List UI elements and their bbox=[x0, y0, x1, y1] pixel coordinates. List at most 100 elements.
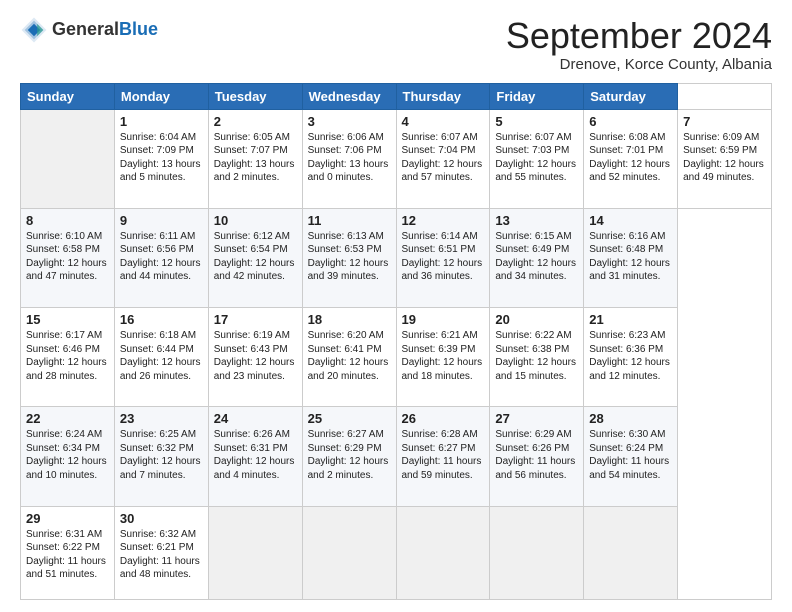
cell-info: Sunrise: 6:07 AMSunset: 7:04 PMDaylight:… bbox=[402, 131, 485, 185]
logo-blue: Blue bbox=[119, 19, 158, 39]
cell-info: Sunrise: 6:30 AMSunset: 6:24 PMDaylight:… bbox=[589, 428, 672, 482]
calendar-cell: 5 Sunrise: 6:07 AMSunset: 7:03 PMDaylight… bbox=[490, 109, 584, 208]
logo: GeneralBlue bbox=[20, 16, 158, 44]
cell-info: Sunrise: 6:10 AMSunset: 6:58 PMDaylight:… bbox=[26, 230, 109, 284]
calendar-cell: 21 Sunrise: 6:23 AMSunset: 6:36 PMDayligh… bbox=[584, 308, 678, 407]
cell-info: Sunrise: 6:17 AMSunset: 6:46 PMDaylight:… bbox=[26, 329, 109, 383]
cell-info: Sunrise: 6:04 AMSunset: 7:09 PMDaylight:… bbox=[120, 131, 203, 185]
logo-general: General bbox=[52, 19, 119, 39]
col-header-tuesday: Tuesday bbox=[208, 83, 302, 109]
cell-info: Sunrise: 6:06 AMSunset: 7:06 PMDaylight:… bbox=[308, 131, 391, 185]
calendar-cell: 16 Sunrise: 6:18 AMSunset: 6:44 PMDayligh… bbox=[114, 308, 208, 407]
cell-info: Sunrise: 6:32 AMSunset: 6:21 PMDaylight:… bbox=[120, 528, 203, 582]
day-number: 12 bbox=[402, 213, 485, 228]
calendar-header-row: SundayMondayTuesdayWednesdayThursdayFrid… bbox=[21, 83, 772, 109]
cell-info: Sunrise: 6:07 AMSunset: 7:03 PMDaylight:… bbox=[495, 131, 578, 185]
calendar-cell bbox=[208, 506, 302, 599]
col-header-wednesday: Wednesday bbox=[302, 83, 396, 109]
cell-info: Sunrise: 6:19 AMSunset: 6:43 PMDaylight:… bbox=[214, 329, 297, 383]
calendar-cell: 1 Sunrise: 6:04 AMSunset: 7:09 PMDaylight… bbox=[114, 109, 208, 208]
calendar-cell bbox=[584, 506, 678, 599]
calendar-cell: 15 Sunrise: 6:17 AMSunset: 6:46 PMDayligh… bbox=[21, 308, 115, 407]
calendar-week-row: 1 Sunrise: 6:04 AMSunset: 7:09 PMDaylight… bbox=[21, 109, 772, 208]
day-number: 25 bbox=[308, 411, 391, 426]
day-number: 21 bbox=[589, 312, 672, 327]
day-number: 13 bbox=[495, 213, 578, 228]
day-number: 7 bbox=[683, 114, 766, 129]
calendar-cell: 9 Sunrise: 6:11 AMSunset: 6:56 PMDaylight… bbox=[114, 208, 208, 307]
cell-info: Sunrise: 6:26 AMSunset: 6:31 PMDaylight:… bbox=[214, 428, 297, 482]
calendar-week-row: 8Sunrise: 6:10 AMSunset: 6:58 PMDaylight… bbox=[21, 208, 772, 307]
day-number: 11 bbox=[308, 213, 391, 228]
day-number: 14 bbox=[589, 213, 672, 228]
calendar-cell: 25 Sunrise: 6:27 AMSunset: 6:29 PMDayligh… bbox=[302, 407, 396, 506]
calendar-cell: 22 Sunrise: 6:24 AMSunset: 6:34 PMDayligh… bbox=[21, 407, 115, 506]
calendar-cell: 14Sunrise: 6:16 AMSunset: 6:48 PMDayligh… bbox=[584, 208, 678, 307]
cell-info: Sunrise: 6:18 AMSunset: 6:44 PMDaylight:… bbox=[120, 329, 203, 383]
day-number: 19 bbox=[402, 312, 485, 327]
cell-info: Sunrise: 6:29 AMSunset: 6:26 PMDaylight:… bbox=[495, 428, 578, 482]
cell-info: Sunrise: 6:15 AMSunset: 6:49 PMDaylight:… bbox=[495, 230, 578, 284]
calendar-cell: 20Sunrise: 6:22 AMSunset: 6:38 PMDayligh… bbox=[490, 308, 584, 407]
day-number: 18 bbox=[308, 312, 391, 327]
calendar-cell: 26Sunrise: 6:28 AMSunset: 6:27 PMDayligh… bbox=[396, 407, 490, 506]
day-number: 4 bbox=[402, 114, 485, 129]
calendar-cell: 27 Sunrise: 6:29 AMSunset: 6:26 PMDayligh… bbox=[490, 407, 584, 506]
day-number: 6 bbox=[589, 114, 672, 129]
calendar-week-row: 15 Sunrise: 6:17 AMSunset: 6:46 PMDayligh… bbox=[21, 308, 772, 407]
logo-text: GeneralBlue bbox=[52, 20, 158, 40]
calendar-cell: 30 Sunrise: 6:32 AMSunset: 6:21 PMDayligh… bbox=[114, 506, 208, 599]
calendar-cell: 17Sunrise: 6:19 AMSunset: 6:43 PMDayligh… bbox=[208, 308, 302, 407]
day-number: 1 bbox=[120, 114, 203, 129]
cell-info: Sunrise: 6:11 AMSunset: 6:56 PMDaylight:… bbox=[120, 230, 203, 284]
day-number: 5 bbox=[495, 114, 578, 129]
calendar-week-row: 29Sunrise: 6:31 AMSunset: 6:22 PMDayligh… bbox=[21, 506, 772, 599]
day-number: 22 bbox=[26, 411, 109, 426]
day-number: 30 bbox=[120, 511, 203, 526]
cell-info: Sunrise: 6:09 AMSunset: 6:59 PMDaylight:… bbox=[683, 131, 766, 185]
calendar-cell: 24 Sunrise: 6:26 AMSunset: 6:31 PMDayligh… bbox=[208, 407, 302, 506]
day-number: 15 bbox=[26, 312, 109, 327]
day-number: 28 bbox=[589, 411, 672, 426]
col-header-saturday: Saturday bbox=[584, 83, 678, 109]
col-header-friday: Friday bbox=[490, 83, 584, 109]
cell-info: Sunrise: 6:31 AMSunset: 6:22 PMDaylight:… bbox=[26, 528, 109, 582]
cell-info: Sunrise: 6:27 AMSunset: 6:29 PMDaylight:… bbox=[308, 428, 391, 482]
day-number: 24 bbox=[214, 411, 297, 426]
calendar-cell: 29Sunrise: 6:31 AMSunset: 6:22 PMDayligh… bbox=[21, 506, 115, 599]
location: Drenove, Korce County, Albania bbox=[506, 56, 772, 73]
calendar-cell: 28 Sunrise: 6:30 AMSunset: 6:24 PMDayligh… bbox=[584, 407, 678, 506]
calendar-cell: 11Sunrise: 6:13 AMSunset: 6:53 PMDayligh… bbox=[302, 208, 396, 307]
day-number: 16 bbox=[120, 312, 203, 327]
calendar-cell: 19 Sunrise: 6:21 AMSunset: 6:39 PMDayligh… bbox=[396, 308, 490, 407]
cell-info: Sunrise: 6:28 AMSunset: 6:27 PMDaylight:… bbox=[402, 428, 485, 482]
cell-info: Sunrise: 6:25 AMSunset: 6:32 PMDaylight:… bbox=[120, 428, 203, 482]
cell-info: Sunrise: 6:12 AMSunset: 6:54 PMDaylight:… bbox=[214, 230, 297, 284]
title-block: September 2024 Drenove, Korce County, Al… bbox=[506, 16, 772, 73]
cell-info: Sunrise: 6:21 AMSunset: 6:39 PMDaylight:… bbox=[402, 329, 485, 383]
calendar-cell: 13 Sunrise: 6:15 AMSunset: 6:49 PMDayligh… bbox=[490, 208, 584, 307]
col-header-thursday: Thursday bbox=[396, 83, 490, 109]
header: GeneralBlue September 2024 Drenove, Korc… bbox=[20, 16, 772, 73]
col-header-monday: Monday bbox=[114, 83, 208, 109]
calendar-week-row: 22 Sunrise: 6:24 AMSunset: 6:34 PMDayligh… bbox=[21, 407, 772, 506]
logo-icon bbox=[20, 16, 48, 44]
cell-info: Sunrise: 6:14 AMSunset: 6:51 PMDaylight:… bbox=[402, 230, 485, 284]
calendar-cell: 10Sunrise: 6:12 AMSunset: 6:54 PMDayligh… bbox=[208, 208, 302, 307]
calendar-cell: 23Sunrise: 6:25 AMSunset: 6:32 PMDayligh… bbox=[114, 407, 208, 506]
calendar-cell bbox=[490, 506, 584, 599]
month-title: September 2024 bbox=[506, 16, 772, 56]
page: GeneralBlue September 2024 Drenove, Korc… bbox=[0, 0, 792, 612]
day-number: 9 bbox=[120, 213, 203, 228]
col-header-sunday: Sunday bbox=[21, 83, 115, 109]
cell-info: Sunrise: 6:24 AMSunset: 6:34 PMDaylight:… bbox=[26, 428, 109, 482]
day-number: 2 bbox=[214, 114, 297, 129]
day-number: 3 bbox=[308, 114, 391, 129]
cell-info: Sunrise: 6:08 AMSunset: 7:01 PMDaylight:… bbox=[589, 131, 672, 185]
cell-info: Sunrise: 6:05 AMSunset: 7:07 PMDaylight:… bbox=[214, 131, 297, 185]
day-number: 27 bbox=[495, 411, 578, 426]
calendar-cell: 18Sunrise: 6:20 AMSunset: 6:41 PMDayligh… bbox=[302, 308, 396, 407]
calendar-cell: 7 Sunrise: 6:09 AMSunset: 6:59 PMDaylight… bbox=[678, 109, 772, 208]
calendar-cell: 2 Sunrise: 6:05 AMSunset: 7:07 PMDaylight… bbox=[208, 109, 302, 208]
cell-info: Sunrise: 6:23 AMSunset: 6:36 PMDaylight:… bbox=[589, 329, 672, 383]
